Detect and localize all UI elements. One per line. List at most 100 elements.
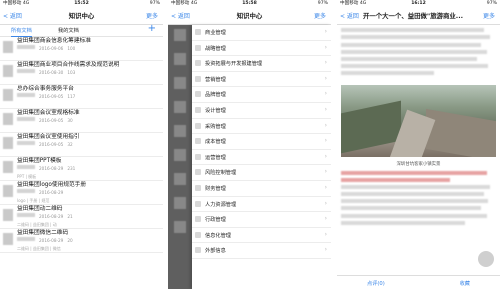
document-title: 益田集团微信二维码: [17, 230, 69, 236]
avatar: [3, 89, 13, 101]
menu-item[interactable]: 人力资源管理 ›: [192, 197, 331, 213]
dimmed-overlay[interactable]: [168, 25, 192, 289]
menu-item[interactable]: 战略管理 ›: [192, 41, 331, 57]
chevron-right-icon: ›: [324, 152, 327, 160]
document-date: 2016-08-29: [39, 214, 64, 220]
document-title: 益田集团PPT模板: [17, 158, 62, 164]
menu-item-label: 营销管理: [205, 76, 226, 83]
menu-item-label: 财务管理: [205, 185, 226, 192]
menu-item[interactable]: 设计管理 ›: [192, 103, 331, 119]
category-icon: [195, 106, 201, 113]
chevron-right-icon: ›: [324, 28, 327, 35]
more-button[interactable]: 更多: [483, 11, 495, 20]
document-tags: 二维码 | 益田集团 | 微信: [17, 245, 61, 251]
page-title: 知识中心: [236, 12, 263, 20]
menu-item[interactable]: 成本管理 ›: [192, 134, 331, 150]
chevron-right-icon: ›: [324, 43, 327, 51]
document-date: 2016-08-29: [39, 166, 64, 172]
menu-item-label: 采购管理: [205, 123, 226, 130]
photo-caption: 深圳甘坑客家小镇实景: [396, 162, 441, 168]
avatar: [174, 77, 186, 89]
add-icon[interactable]: +: [148, 23, 156, 34]
list-item[interactable]: 益田集团PPT模板 2016-08-29 231 PPT | 模板: [0, 157, 163, 181]
author-blurred: [17, 165, 35, 170]
list-item[interactable]: 益田集团商会信息化筹建标准 2016-09-06 100: [0, 37, 163, 61]
category-icon: [195, 200, 201, 207]
avatar: [3, 137, 13, 149]
menu-item-label: 成本管理: [205, 139, 226, 146]
more-button[interactable]: 更多: [146, 11, 158, 20]
menu-item-label: 信息化管理: [205, 232, 231, 239]
scroll-top-button[interactable]: [478, 251, 494, 267]
view-count: 100: [67, 46, 76, 52]
menu-item-label: 行政管理: [205, 217, 226, 224]
list-item[interactable]: 益田集团会议室规格标准 2016-09-05 30: [0, 109, 163, 133]
view-count: 117: [67, 94, 76, 100]
author-blurred: [17, 189, 35, 194]
menu-item[interactable]: 运营管理 ›: [192, 150, 331, 166]
chevron-right-icon: ›: [324, 74, 327, 82]
document-tags: PPT | 模板: [17, 173, 37, 179]
chevron-right-icon: ›: [324, 246, 327, 254]
document-title: 总办综合事务服务平台: [17, 86, 74, 92]
list-item[interactable]: 益田集团会议室使用指引 2016-09-05 32: [0, 133, 163, 157]
list-item[interactable]: 益田集团logo使用规范手册 2016-08-29 logo | 手册 | 规范: [0, 181, 163, 205]
navigation-bar: < 返回 知识中心 更多: [0, 8, 163, 25]
chevron-right-icon: ›: [324, 121, 327, 129]
three-phone-screens: 中国移动 4G 15:52 97% < 返回 知识中心 更多 所有文档 我的文档…: [0, 0, 500, 289]
menu-item-label: 投资拓展与开发报建管理: [205, 61, 263, 68]
screen-document-list: 中国移动 4G 15:52 97% < 返回 知识中心 更多 所有文档 我的文档…: [0, 0, 163, 289]
list-item[interactable]: 益田集团商业项目合作线需求及规范说明 2016-08-30 103: [0, 61, 163, 85]
menu-item[interactable]: 财务管理 ›: [192, 181, 331, 197]
menu-item[interactable]: 信息化管理 ›: [192, 228, 331, 244]
article-photo: [341, 85, 496, 158]
menu-item[interactable]: 商业管理 ›: [192, 25, 331, 41]
category-icon: [195, 231, 201, 238]
document-tags: logo | 手册 | 规范: [17, 197, 50, 203]
menu-item-label: 战略管理: [205, 45, 226, 52]
navigation-bar: < 返回 开一个大一个、益田做"旅游商业... 更多: [337, 8, 500, 25]
list-item[interactable]: 总办综合事务服务平台 2016-09-05 117: [0, 85, 163, 109]
favorite-button[interactable]: 收藏: [460, 280, 470, 287]
article-text-bottom: [337, 170, 500, 225]
document-date: 2016-09-06: [39, 46, 64, 52]
menu-item[interactable]: 品牌管理 ›: [192, 87, 331, 103]
more-button[interactable]: 更多: [314, 11, 326, 20]
comment-button[interactable]: 点评(0): [367, 280, 385, 287]
article-text-top: [337, 28, 500, 76]
menu-item[interactable]: 投资拓展与开发报建管理 ›: [192, 56, 331, 72]
page-title: 知识中心: [68, 12, 95, 20]
document-tags: 二维码 | 益田集团 | 动: [17, 221, 57, 227]
author-blurred: [17, 237, 35, 242]
document-title: 益田集团会议室使用指引: [17, 134, 80, 140]
time-text: 15:58: [242, 1, 257, 6]
author-blurred: [17, 213, 35, 218]
menu-item[interactable]: 外部信息 ›: [192, 243, 331, 259]
menu-item-label: 风险控制管理: [205, 170, 237, 177]
navigation-bar: < 返回 知识中心 更多: [168, 8, 331, 25]
list-item[interactable]: 益田集团动二维码 2016-08-29 21 二维码 | 益田集团 | 动: [0, 205, 163, 229]
chevron-right-icon: ›: [324, 183, 327, 191]
menu-item[interactable]: 采购管理 ›: [192, 119, 331, 135]
category-icon: [195, 169, 201, 176]
view-count: 103: [67, 70, 76, 76]
chevron-right-icon: ›: [324, 168, 327, 176]
tab-my-documents[interactable]: 我的文档: [58, 27, 79, 34]
chevron-right-icon: ›: [324, 137, 327, 145]
bottom-action-bar: 点评(0) 收藏: [337, 275, 500, 289]
document-date: 2016-09-05: [39, 118, 64, 124]
time-text: 15:52: [74, 1, 89, 6]
menu-item[interactable]: 营销管理 ›: [192, 72, 331, 88]
list-item[interactable]: 益田集团微信二维码 2016-08-29 20 二维码 | 益田集团 | 微信: [0, 229, 163, 253]
document-date: 2016-09-05: [39, 142, 64, 148]
menu-item-label: 外部信息: [205, 248, 226, 255]
avatar: [174, 197, 186, 209]
back-button[interactable]: < 返回: [340, 11, 359, 20]
menu-item-label: 设计管理: [205, 107, 226, 114]
tab-bar: 所有文档 我的文档 +: [0, 23, 163, 37]
author-blurred: [17, 117, 35, 122]
menu-item[interactable]: 行政管理 ›: [192, 212, 331, 228]
tab-all-documents[interactable]: 所有文档: [11, 27, 32, 37]
chevron-right-icon: ›: [324, 215, 327, 223]
menu-item[interactable]: 风险控制管理 ›: [192, 165, 331, 181]
